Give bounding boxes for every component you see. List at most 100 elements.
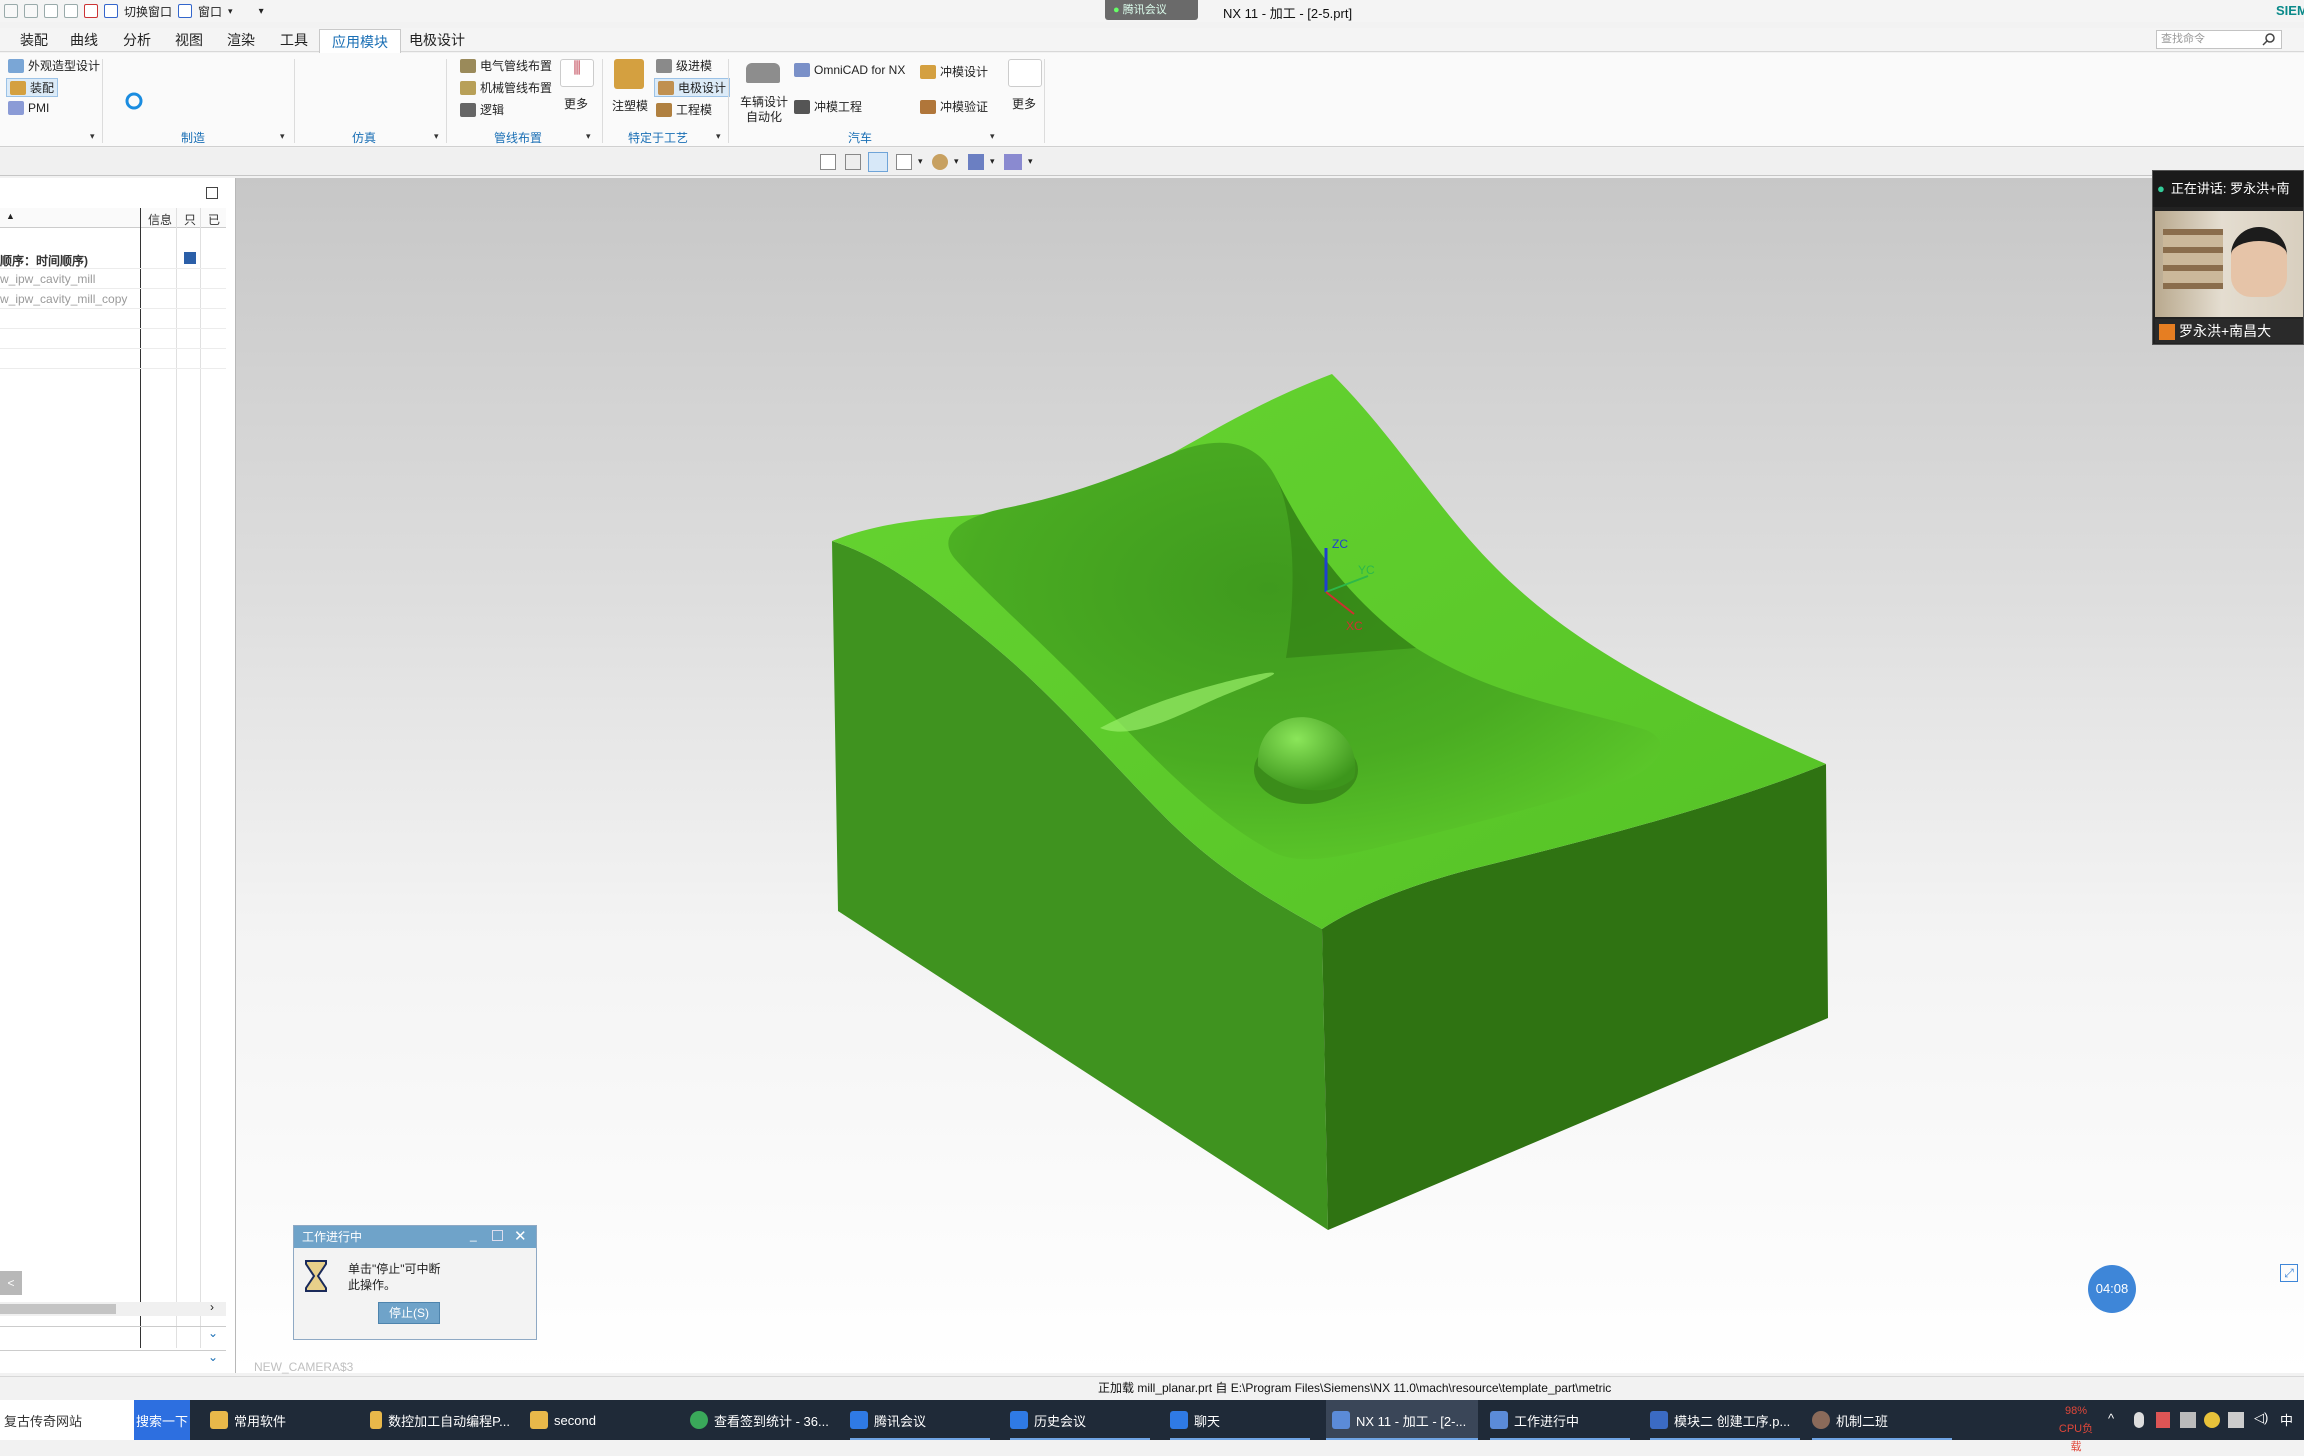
taskbar-item-tencent-meeting[interactable]: 腾讯会议 <box>850 1400 990 1440</box>
taskbar-item-second[interactable]: second <box>530 1400 670 1440</box>
switch-window-button[interactable]: 切换窗口 <box>124 3 172 20</box>
scroll-right-icon[interactable]: › <box>210 1300 214 1314</box>
tab-tools[interactable]: 工具 <box>280 28 308 52</box>
ribbon-mechanical-routing[interactable]: 机械管线布置 <box>460 79 552 96</box>
horizontal-scrollbar[interactable] <box>0 1302 226 1316</box>
vehicle-design-button[interactable]: 车辆设计自动化 <box>740 95 788 125</box>
customize-icon[interactable]: ▾ <box>259 6 264 17</box>
injection-mold-icon[interactable] <box>614 59 644 89</box>
taskbar-search-button[interactable]: 搜索一下 <box>134 1400 190 1440</box>
ribbon-die-design[interactable]: 冲模设计 <box>920 63 988 80</box>
chevron-down-icon[interactable]: ⌄ <box>208 1326 218 1340</box>
tab-view[interactable]: 视图 <box>175 28 203 52</box>
microphone-icon[interactable] <box>2134 1412 2144 1428</box>
window-menu-button[interactable]: 窗口 <box>198 3 222 20</box>
ribbon-assembly[interactable]: 装配 <box>6 78 59 97</box>
tab-analysis[interactable]: 分析 <box>123 28 151 52</box>
tab-render[interactable]: 渲染 <box>227 28 255 52</box>
taskbar-item-nx[interactable]: NX 11 - 加工 - [2-... <box>1326 1400 1478 1440</box>
collapse-handle[interactable]: < <box>0 1271 22 1295</box>
routing-more-button[interactable]: 更多 <box>564 95 588 112</box>
taskbar-search-box[interactable]: 复古传奇网站 <box>0 1400 134 1440</box>
chevron-down-icon[interactable]: ▾ <box>228 6 233 17</box>
meeting-indicator[interactable]: ● 腾讯会议 <box>1105 0 1198 20</box>
scroll-thumb[interactable] <box>0 1304 116 1314</box>
taskbar-item-work-in-progress[interactable]: 工作进行中 <box>1490 1400 1630 1440</box>
column-3[interactable]: 已 <box>208 211 220 228</box>
auto-more-button[interactable]: 更多 <box>1012 95 1036 112</box>
meeting-timer[interactable]: 04:08 <box>2088 1265 2136 1313</box>
ribbon-omnicad[interactable]: OmniCAD for NX <box>794 63 905 77</box>
taskbar-item-chat[interactable]: 聊天 <box>1170 1400 1310 1440</box>
redo-icon[interactable] <box>24 4 38 18</box>
column-2[interactable]: 只 <box>184 211 196 228</box>
switch-window-icon[interactable] <box>104 4 118 18</box>
close-icon[interactable]: ✕ <box>514 1227 527 1245</box>
graphics-viewport[interactable]: ZC YC XC <box>236 178 2304 1373</box>
taskbar-item-class-chat[interactable]: 机制二班 <box>1812 1400 1952 1440</box>
user-icon[interactable] <box>2156 1412 2170 1428</box>
chevron-up-icon[interactable]: ^ <box>2108 1411 2114 1426</box>
maximize-icon[interactable] <box>206 187 218 199</box>
ribbon-electrode-design[interactable]: 电极设计 <box>654 78 731 97</box>
chevron-down-icon[interactable]: ▾ <box>434 131 439 142</box>
orient-view-icon[interactable] <box>896 154 912 170</box>
chevron-down-icon[interactable]: ▾ <box>990 156 995 167</box>
cpu-load[interactable]: 98% CPU负载 <box>2054 1402 2098 1456</box>
chevron-down-icon[interactable]: ▾ <box>1028 156 1033 167</box>
auto-more-icon[interactable] <box>1008 59 1042 87</box>
chevron-down-icon[interactable]: ▾ <box>716 131 721 142</box>
taskbar-item-cnc-folder[interactable]: 数控加工自动编程P... <box>370 1400 510 1440</box>
minimize-icon[interactable]: _ <box>470 1228 477 1242</box>
tab-curve[interactable]: 曲线 <box>70 28 98 52</box>
network-icon[interactable] <box>2180 1412 2196 1428</box>
stop-button[interactable]: 停止(S) <box>378 1302 440 1324</box>
vehicle-design-icon[interactable] <box>746 63 780 83</box>
status-icon[interactable] <box>2204 1412 2220 1428</box>
search-icon[interactable] <box>2262 32 2276 46</box>
ribbon-progressive-die[interactable]: 级进模 <box>656 57 712 74</box>
injection-mold-button[interactable]: 注塑模 <box>612 97 648 114</box>
ribbon-shape-studio[interactable]: 外观造型设计 <box>8 57 100 74</box>
shade-icon[interactable] <box>968 154 984 170</box>
taskbar-item-signin-stats[interactable]: 查看签到统计 - 36... <box>690 1400 830 1440</box>
taskbar-item-common-software[interactable]: 常用软件 <box>210 1400 350 1440</box>
table-row[interactable]: w_ipw_cavity_mill <box>0 272 95 286</box>
ribbon-logic[interactable]: 逻辑 <box>460 101 504 118</box>
details-panel-bar[interactable] <box>0 1326 226 1342</box>
window-icon[interactable] <box>178 4 193 18</box>
ime-indicator[interactable]: 中 <box>2280 1410 2293 1429</box>
tab-assembly[interactable]: 装配 <box>20 28 48 52</box>
chevron-down-icon[interactable]: ▾ <box>918 156 923 167</box>
tab-electrode-design[interactable]: 电极设计 <box>409 28 465 52</box>
expand-icon[interactable]: ⤢ <box>2280 1264 2298 1282</box>
ribbon-stamping[interactable]: 冲模工程 <box>794 98 862 115</box>
chevron-down-icon[interactable]: ▾ <box>586 131 591 142</box>
maximize-icon[interactable] <box>492 1230 503 1241</box>
sort-up-icon[interactable]: ▲ <box>6 211 15 221</box>
routing-more-icon[interactable]: ⫼ <box>560 59 594 87</box>
chevron-down-icon[interactable]: ⌄ <box>208 1350 218 1364</box>
taskbar-item-history[interactable]: 历史会议 <box>1010 1400 1150 1440</box>
display-icon[interactable] <box>2228 1412 2244 1428</box>
navigator-root[interactable]: 顺序：时间顺序) <box>0 252 88 269</box>
undo-icon[interactable] <box>4 4 18 18</box>
taskbar-item-module2[interactable]: 模块二 创建工序.p... <box>1650 1400 1800 1440</box>
render-style-icon[interactable] <box>932 154 948 170</box>
ribbon-electrical-routing[interactable]: 电气管线布置 <box>460 57 552 74</box>
rotate-icon[interactable] <box>868 152 888 172</box>
copy-icon[interactable] <box>44 4 58 18</box>
paste-icon[interactable] <box>64 4 78 18</box>
ribbon-pmi[interactable]: PMI <box>8 101 49 115</box>
chevron-down-icon[interactable]: ▾ <box>990 131 995 142</box>
section-view-icon[interactable] <box>1004 154 1022 170</box>
volume-icon[interactable]: ◁) <box>2254 1410 2268 1426</box>
ribbon-engineering-die[interactable]: 工程模 <box>656 101 712 118</box>
tab-application[interactable]: 应用模块 <box>319 29 401 53</box>
table-row[interactable]: w_ipw_cavity_mill_copy <box>0 292 127 306</box>
column-info[interactable]: 信息 <box>148 211 172 228</box>
repeat-command-icon[interactable] <box>84 4 98 18</box>
dependencies-panel-bar[interactable] <box>0 1350 226 1366</box>
zoom-icon[interactable] <box>845 154 861 170</box>
chevron-down-icon[interactable]: ▾ <box>954 156 959 167</box>
